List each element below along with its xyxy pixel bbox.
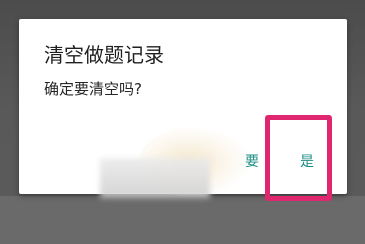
negative-button[interactable]: 要 [229,150,259,174]
scrim-lower-band [0,196,365,244]
blurred-redaction [100,158,210,198]
dialog-title: 清空做题记录 [44,43,164,67]
dialog-message: 确定要清空吗? [44,80,142,98]
highlight-annotation-box [265,115,332,201]
